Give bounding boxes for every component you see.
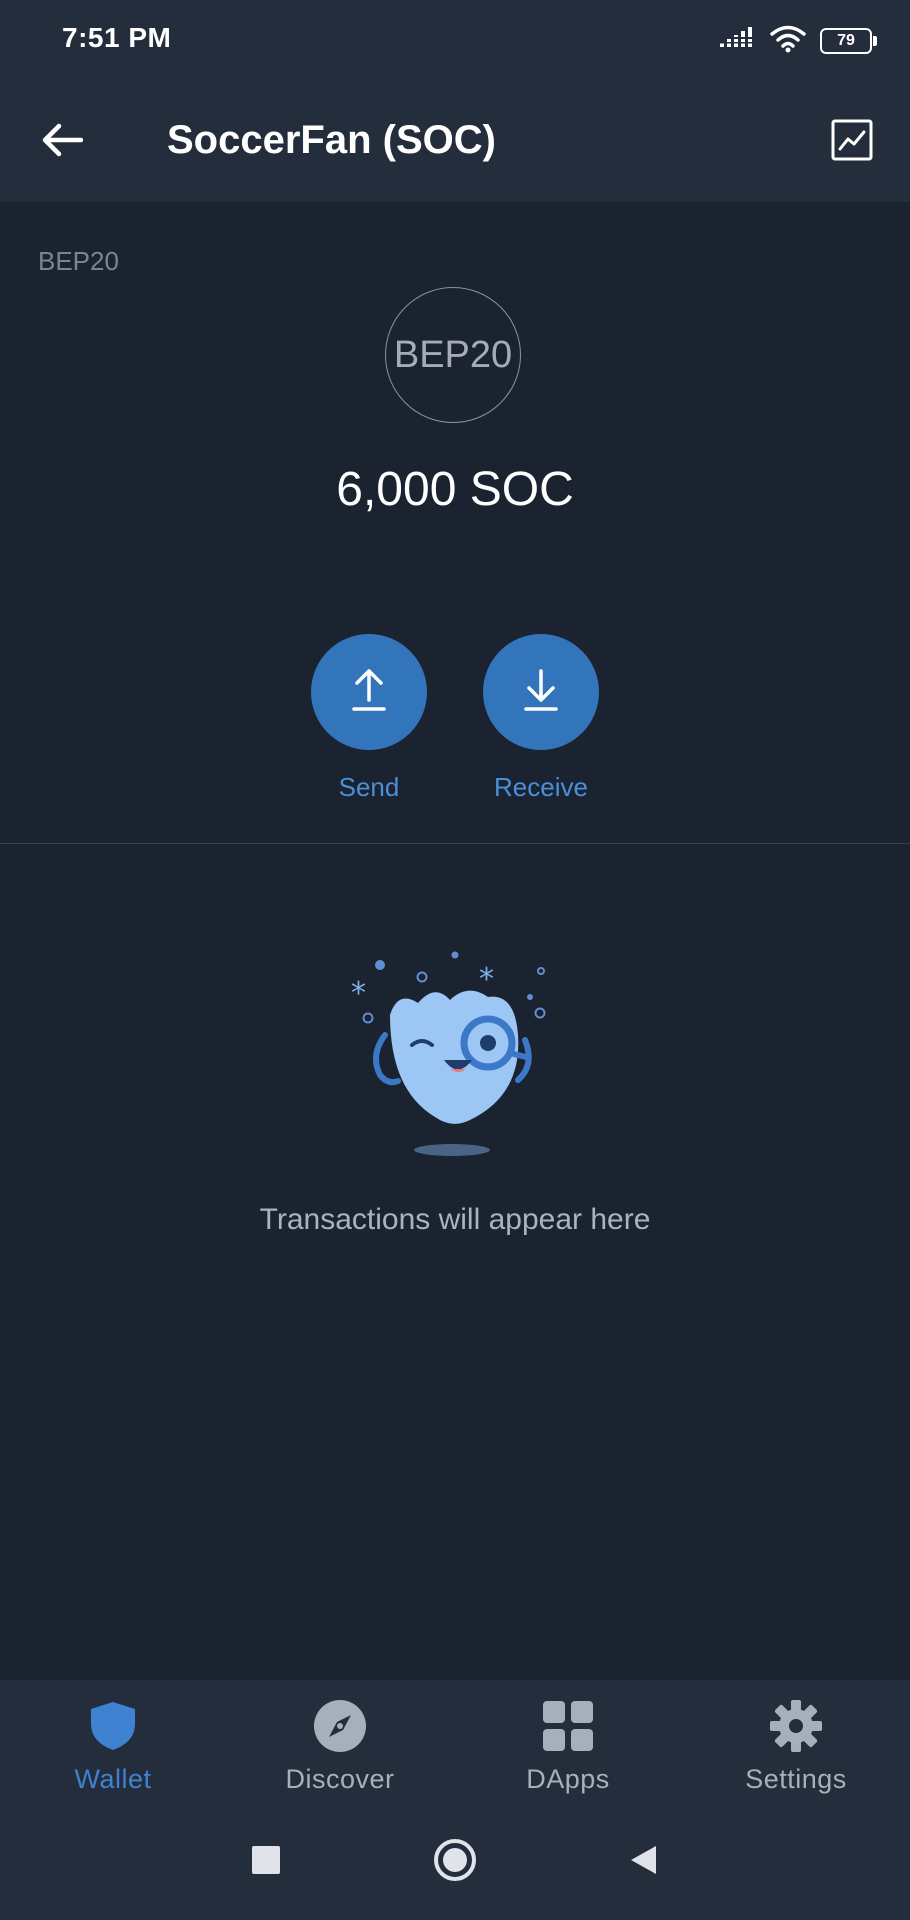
- nav-item-dapps[interactable]: DApps: [468, 1700, 668, 1795]
- send-label: Send: [338, 772, 400, 802]
- price-chart-button[interactable]: [824, 114, 880, 170]
- gear-icon: [769, 1699, 823, 1758]
- page-title: SoccerFan (SOC): [167, 118, 496, 162]
- compass-icon: [313, 1699, 367, 1758]
- receive-circle[interactable]: [483, 634, 599, 750]
- token-logo-text: BEP20: [393, 333, 513, 376]
- signal-icon: [720, 26, 756, 56]
- chart-line-icon: [831, 119, 873, 166]
- send-circle[interactable]: [311, 634, 427, 750]
- svg-text:*: *: [351, 976, 366, 1011]
- send-button[interactable]: Send: [311, 634, 427, 803]
- battery-icon: 79: [820, 28, 877, 54]
- app-bar: SoccerFan (SOC): [0, 82, 910, 202]
- nav-label-dapps: DApps: [526, 1764, 610, 1794]
- token-logo: BEP20: [385, 287, 521, 423]
- recents-square-icon: [251, 1845, 281, 1880]
- status-bar: 7:51 PM 79: [0, 0, 910, 82]
- nav-item-settings[interactable]: Settings: [696, 1699, 896, 1795]
- receive-label: Receive: [494, 772, 588, 802]
- nav-label-settings: Settings: [745, 1764, 847, 1794]
- network-label: BEP20: [38, 246, 119, 276]
- recents-button[interactable]: [238, 1834, 294, 1890]
- status-icons: 79: [720, 24, 877, 58]
- back-button[interactable]: [34, 114, 90, 170]
- nav-item-discover[interactable]: Discover: [240, 1699, 440, 1795]
- home-button[interactable]: [427, 1834, 483, 1890]
- bottom-nav: Wallet Discover DApps Settings: [0, 1680, 910, 1800]
- section-divider: [0, 843, 910, 844]
- token-detail-screen: 7:51 PM 79 SoccerFan (SOC) BEP20 BEP20 6…: [0, 0, 910, 1920]
- system-nav: [0, 1800, 910, 1920]
- battery-level: 79: [837, 32, 855, 49]
- back-triangle-icon: [628, 1844, 658, 1881]
- arrow-down-icon: [523, 668, 559, 717]
- arrow-up-icon: [351, 668, 387, 717]
- empty-state-message: Transactions will appear here: [259, 1203, 651, 1236]
- nav-item-wallet[interactable]: Wallet: [13, 1700, 213, 1795]
- arrow-left-icon: [41, 122, 84, 163]
- receive-button[interactable]: Receive: [483, 634, 599, 803]
- wifi-icon: [770, 25, 806, 58]
- mascot-magnifier-illustration: * *: [340, 945, 560, 1165]
- home-circle-icon: [433, 1838, 477, 1887]
- nav-label-discover: Discover: [285, 1764, 395, 1794]
- svg-text:*: *: [479, 962, 494, 997]
- nav-label-wallet: Wallet: [74, 1764, 152, 1794]
- system-back-button[interactable]: [615, 1834, 671, 1890]
- token-balance: 6,000 SOC: [336, 463, 574, 516]
- shield-icon: [89, 1700, 137, 1757]
- status-time: 7:51 PM: [62, 22, 172, 53]
- grid-icon: [542, 1700, 594, 1757]
